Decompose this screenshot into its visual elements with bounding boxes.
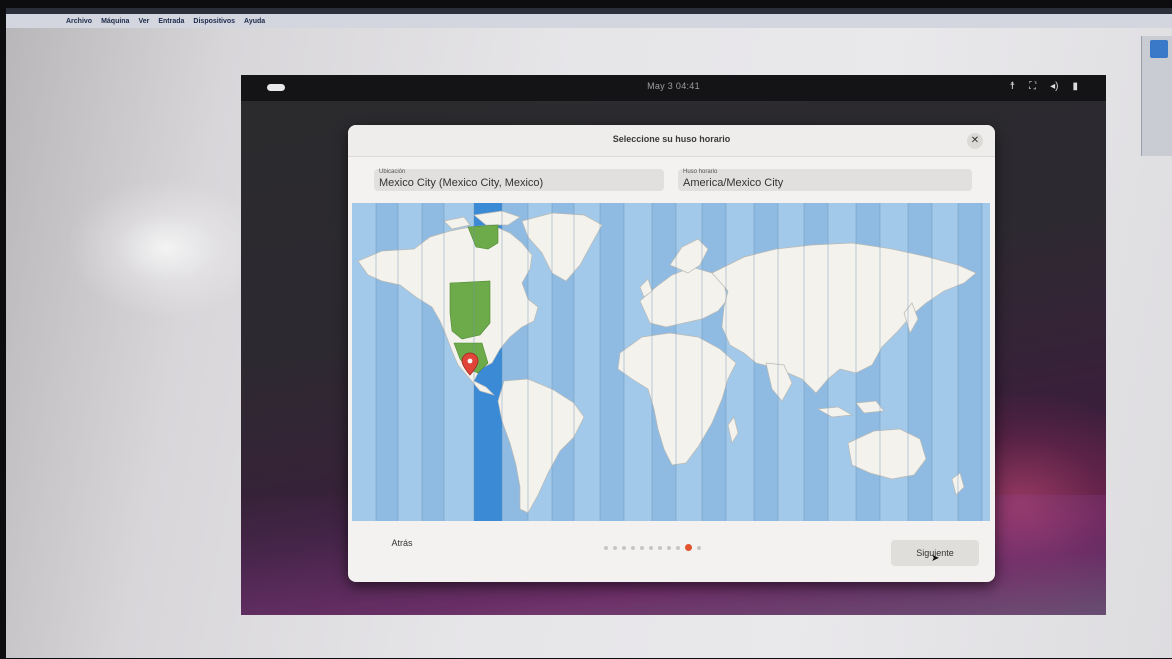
- host-side-panel: [1141, 36, 1172, 156]
- vm-screen: May 3 04:41 ☨ ⛶ ◂) ▮ Seleccione su huso …: [241, 75, 1106, 615]
- dialog-header: Seleccione su huso horario ✕: [348, 125, 995, 157]
- progress-dot: [613, 545, 617, 550]
- progress-dot: [622, 545, 626, 550]
- progress-dot: [697, 545, 701, 550]
- progress-dot: [604, 545, 608, 550]
- menu-dispositivos[interactable]: Dispositivos: [193, 18, 235, 25]
- host-menubar: Archivo Máquina Ver Entrada Dispositivos…: [6, 14, 1172, 28]
- dialog-title: Seleccione su huso horario: [612, 134, 731, 144]
- menu-maquina[interactable]: Máquina: [101, 18, 129, 25]
- dialog-footer: Atrás Siguiente ➤: [348, 521, 995, 582]
- progress-dot: [649, 545, 653, 550]
- close-button[interactable]: ✕: [967, 133, 983, 149]
- mouse-cursor-icon: ➤: [931, 553, 940, 564]
- close-icon: ✕: [970, 135, 980, 146]
- timezone-label: Huso horario: [683, 169, 718, 175]
- battery-icon[interactable]: ▮: [1072, 80, 1078, 94]
- progress-dot: [658, 545, 662, 550]
- location-value: Mexico City (Mexico City, Mexico): [379, 177, 544, 189]
- progress-dot: [667, 545, 671, 550]
- progress-dot: [676, 545, 680, 550]
- progress-dot-active: [685, 544, 692, 551]
- accessibility-icon[interactable]: ☨: [1010, 80, 1015, 94]
- system-tray[interactable]: ☨ ⛶ ◂) ▮: [1010, 80, 1078, 94]
- timezone-dialog: Seleccione su huso horario ✕ Ubicación M…: [348, 125, 995, 582]
- progress-dots: [604, 544, 701, 551]
- menu-ver[interactable]: Ver: [138, 18, 149, 25]
- menu-entrada[interactable]: Entrada: [158, 18, 184, 25]
- menu-archivo[interactable]: Archivo: [66, 18, 92, 25]
- back-button[interactable]: Atrás: [362, 531, 442, 555]
- volume-icon[interactable]: ◂): [1050, 80, 1058, 94]
- gnome-top-bar: May 3 04:41 ☨ ⛶ ◂) ▮: [241, 75, 1106, 101]
- timezone-field[interactable]: Huso horario America/Mexico City: [678, 169, 972, 191]
- progress-dot: [631, 545, 635, 550]
- world-map[interactable]: [352, 203, 990, 521]
- timezone-value: America/Mexico City: [683, 177, 784, 189]
- network-icon[interactable]: ⛶: [1029, 80, 1036, 94]
- host-panel-button[interactable]: [1150, 40, 1168, 58]
- location-field[interactable]: Ubicación Mexico City (Mexico City, Mexi…: [374, 169, 664, 191]
- location-label: Ubicación: [379, 169, 406, 175]
- timezone-map[interactable]: [352, 203, 990, 521]
- menu-ayuda[interactable]: Ayuda: [244, 18, 265, 25]
- clock[interactable]: May 3 04:41: [241, 81, 1106, 91]
- screen-glare: [66, 178, 266, 318]
- progress-dot: [640, 545, 644, 550]
